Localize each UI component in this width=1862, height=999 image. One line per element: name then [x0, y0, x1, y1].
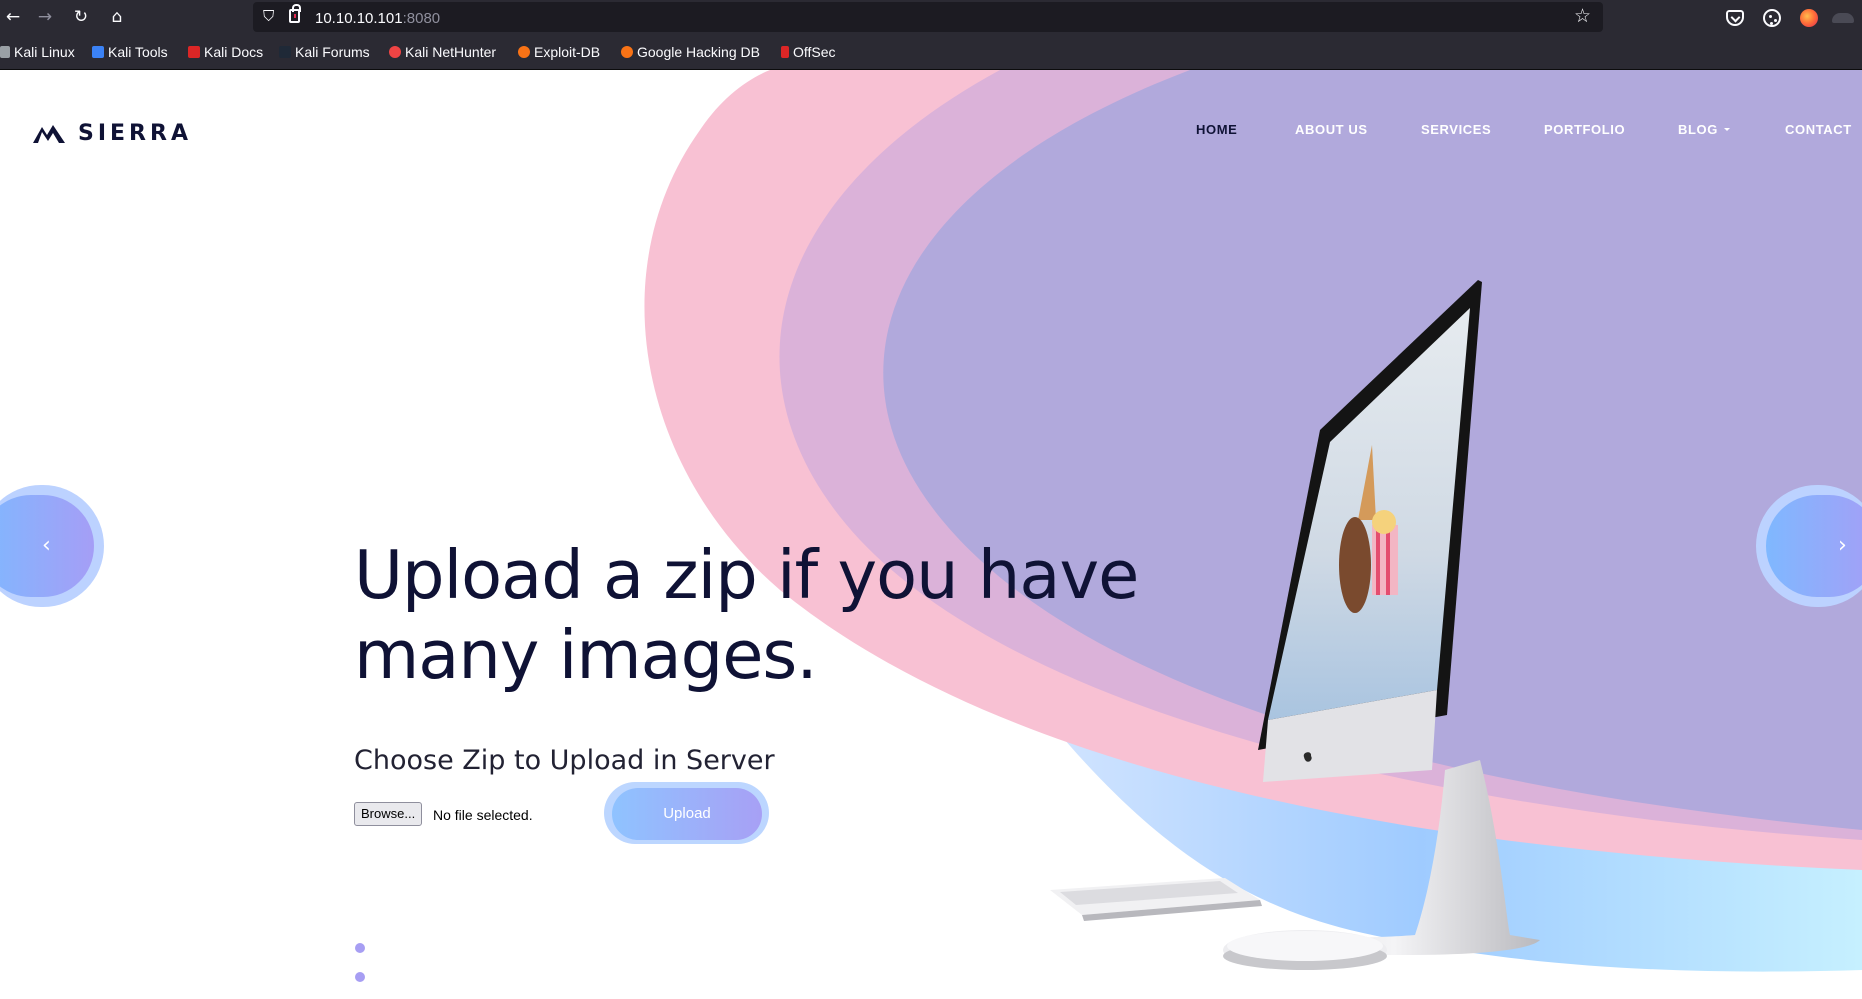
main-nav: HOME ABOUT US SERVICES PORTFOLIO BLOG CO… [0, 122, 1862, 146]
upload-button[interactable]: Upload [612, 788, 762, 840]
file-status-text: No file selected. [433, 807, 533, 823]
back-arrow-icon[interactable]: ← [0, 4, 26, 30]
browser-toolbar: ← → ↻ ⌂ ⛉ 10.10.10.101:8080 ☆ [0, 0, 1862, 34]
nav-blog[interactable]: BLOG [1678, 122, 1730, 137]
bookmark-label: Kali Forums [295, 44, 370, 60]
kali-docs-icon [188, 46, 200, 58]
bookmark-kali-docs[interactable]: Kali Docs [188, 44, 263, 62]
kali-dragon-icon [0, 46, 10, 58]
bookmark-offsec[interactable]: OffSec [781, 44, 836, 62]
bookmark-kali-forums[interactable]: Kali Forums [279, 44, 370, 62]
address-bar[interactable]: ⛉ 10.10.10.101:8080 ☆ [253, 2, 1603, 32]
bookmark-label: Exploit-DB [534, 44, 601, 60]
insecure-lock-icon[interactable] [289, 4, 301, 23]
bookmark-label: Google Hacking DB [637, 44, 760, 60]
chevron-right-icon: › [1838, 533, 1847, 558]
bookmark-label: Kali NetHunter [405, 44, 497, 60]
kali-tools-icon [92, 46, 104, 58]
hero-headline: Upload a zip if you have many images. [354, 535, 1254, 695]
nethunter-icon [389, 46, 401, 58]
home-icon[interactable]: ⌂ [104, 4, 130, 30]
bookmark-star-icon[interactable]: ☆ [1574, 5, 1591, 27]
tracking-shield-icon[interactable]: ⛉ [263, 7, 274, 25]
url-text[interactable]: 10.10.10.101:8080 [315, 10, 440, 27]
web-page: SIERRA HOME ABOUT US SERVICES PORTFOLIO … [0, 70, 1862, 999]
ghdb-icon [621, 46, 633, 58]
url-host: 10.10.10.101 [315, 10, 403, 27]
kali-forums-icon [279, 46, 291, 58]
chevron-left-icon: ‹ [42, 533, 51, 558]
firefox-account-icon[interactable] [1800, 9, 1818, 27]
bookmark-exploit-db[interactable]: Exploit-DB [518, 44, 600, 62]
bookmarks-toolbar: Kali Linux Kali Tools Kali Docs Kali For… [0, 34, 1862, 70]
file-browse-button[interactable]: Browse... [354, 802, 423, 826]
headline-line-2: many images. [354, 616, 818, 694]
reload-icon[interactable]: ↻ [68, 4, 94, 30]
nav-portfolio[interactable]: PORTFOLIO [1544, 122, 1625, 137]
headline-line-1: Upload a zip if you have [354, 536, 1139, 614]
slider-prev-pill: ‹ [0, 495, 94, 597]
forward-arrow-icon[interactable]: → [32, 4, 58, 30]
slider-dot-1[interactable] [355, 943, 365, 953]
nav-blog-label: BLOG [1678, 122, 1718, 137]
url-port: :8080 [402, 10, 441, 27]
dropdown-caret-icon [1723, 128, 1730, 131]
slider-next-pill: › [1766, 495, 1862, 597]
bookmark-kali-nethunter[interactable]: Kali NetHunter [389, 44, 496, 62]
bookmark-kali-tools[interactable]: Kali Tools [92, 44, 168, 62]
bookmark-label: Kali Docs [204, 44, 264, 60]
pocket-icon[interactable] [1726, 10, 1744, 26]
bookmark-kali-linux[interactable]: Kali Linux [0, 44, 75, 62]
exploit-db-icon [518, 46, 530, 58]
bookmark-label: OffSec [793, 44, 836, 60]
slider-dot-2[interactable] [355, 972, 365, 982]
offsec-icon [781, 46, 789, 58]
bookmark-google-hacking-db[interactable]: Google Hacking DB [621, 44, 760, 62]
extension-hat-icon[interactable] [1832, 13, 1854, 23]
nav-about-us[interactable]: ABOUT US [1295, 122, 1368, 137]
nav-home[interactable]: HOME [1196, 122, 1237, 137]
bookmark-label: Kali Linux [14, 44, 75, 60]
upload-subheading: Choose Zip to Upload in Server [354, 745, 775, 776]
bookmark-label: Kali Tools [108, 44, 168, 60]
cookie-editor-icon[interactable] [1763, 9, 1781, 27]
nav-services[interactable]: SERVICES [1421, 122, 1491, 137]
nav-contact[interactable]: CONTACT [1785, 122, 1852, 137]
